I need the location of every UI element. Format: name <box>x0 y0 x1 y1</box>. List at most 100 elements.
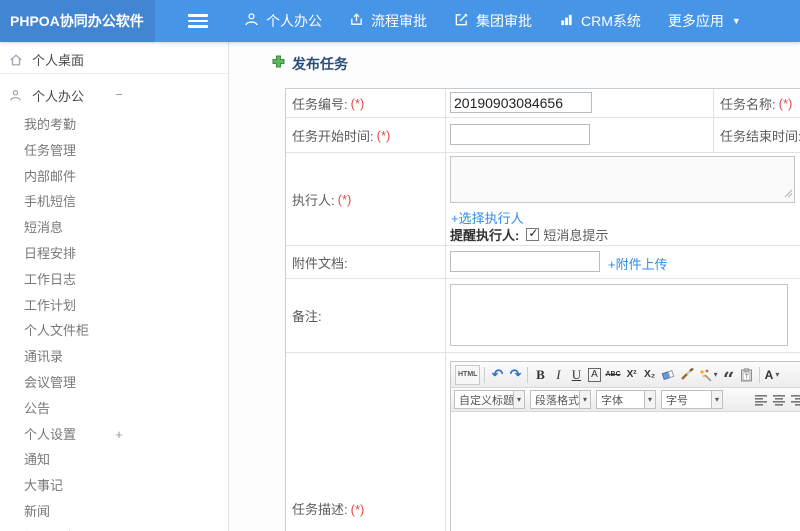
attachment-label: 附件文档: <box>286 246 446 279</box>
brush-icon[interactable] <box>679 365 696 385</box>
nav-group-approval[interactable]: 集团审批 <box>442 0 544 42</box>
nav-workflow-approval[interactable]: 流程审批 <box>337 0 439 42</box>
sidebar-item-task-management[interactable]: 任务管理 <box>0 138 228 164</box>
sidebar: 个人桌面 个人办公 − 我的考勤 任务管理 内部邮件 手机短信 短消息 日程安排… <box>0 42 229 531</box>
sms-remind-checkbox[interactable] <box>526 226 540 241</box>
editor-toolbar-row1: HTML ↶ ↷ B I U A ABC X² X₂ ▾ “ T A ▾ <box>451 362 800 389</box>
resize-grip-icon[interactable] <box>784 186 793 201</box>
sidebar-item-news[interactable]: 新闻 <box>0 499 228 525</box>
end-time-label: 任务结束时间:(*) <box>714 118 800 153</box>
blockquote-button[interactable]: “ <box>721 365 737 389</box>
align-left-icon[interactable] <box>753 390 769 410</box>
remark-label: 备注: <box>286 279 446 353</box>
font-family-select[interactable]: 字体 ▾ <box>596 390 656 409</box>
sidebar-item-work-log[interactable]: 工作日志 <box>0 267 228 293</box>
sidebar-item-file-cabinet[interactable]: 个人文件柜 <box>0 318 228 344</box>
alignment-buttons <box>752 390 800 410</box>
sidebar-item-vote[interactable]: 投票调查 <box>0 525 228 531</box>
sidebar-item-meeting[interactable]: 会议管理 <box>0 370 228 396</box>
undo-icon[interactable]: ↶ <box>489 365 505 385</box>
sidebar-menu: 我的考勤 任务管理 内部邮件 手机短信 短消息 日程安排 工作日志 工作计划 个… <box>0 112 228 531</box>
nav-personal-office[interactable]: 个人办公 <box>232 0 334 42</box>
task-number-label: 任务编号: (*) <box>286 89 446 118</box>
start-time-label: 任务开始时间: (*) <box>286 118 446 153</box>
nav-crm-system[interactable]: CRM系统 <box>547 0 653 42</box>
sidebar-item-attendance[interactable]: 我的考勤 <box>0 112 228 138</box>
remind-executor-label: 提醒执行人: <box>450 228 520 243</box>
sidebar-item-contacts[interactable]: 通讯录 <box>0 344 228 370</box>
task-name-label: 任务名称: (*) <box>714 89 800 118</box>
task-number-input[interactable] <box>450 92 592 113</box>
remark-textarea[interactable] <box>450 284 788 346</box>
app-logo: PHPOA协同办公软件 <box>0 0 155 42</box>
align-center-icon[interactable] <box>771 390 787 410</box>
redo-icon[interactable]: ↷ <box>507 365 523 385</box>
user-icon <box>9 89 24 102</box>
caret-down-icon: ▼ <box>731 16 741 26</box>
eraser-icon[interactable] <box>660 365 677 385</box>
sidebar-section-personal-office[interactable]: 个人办公 − <box>0 82 228 108</box>
description-label: 任务描述: (*) <box>286 353 446 531</box>
subscript-button[interactable]: X₂ <box>642 365 658 385</box>
editor-content-area[interactable] <box>451 412 800 531</box>
sidebar-item-schedule[interactable]: 日程安排 <box>0 241 228 267</box>
sms-remind-label: 短消息提示 <box>543 228 609 243</box>
app-window: PHPOA协同办公软件 个人办公 流程审批 集团审批 CRM系统 更多应用 ▼ <box>0 0 800 531</box>
sidebar-item-personal-settings[interactable]: 个人设置 + <box>0 422 228 448</box>
caret-down-icon: ▾ <box>775 370 780 379</box>
start-time-input[interactable] <box>450 124 590 145</box>
collapse-icon[interactable]: − <box>112 82 126 108</box>
autoformat-wand-icon[interactable]: ▾ <box>698 365 719 385</box>
edit-icon <box>454 12 476 30</box>
rich-text-editor: HTML ↶ ↷ B I U A ABC X² X₂ ▾ “ T A ▾ 自定义… <box>450 361 800 531</box>
sidebar-item-announcement[interactable]: 公告 <box>0 396 228 422</box>
page-title: 发布任务 <box>272 54 348 74</box>
attachment-input[interactable] <box>450 251 600 272</box>
custom-title-select[interactable]: 自定义标题 ▾ <box>454 390 525 409</box>
sidebar-item-events[interactable]: 大事记 <box>0 473 228 499</box>
paste-clipboard-icon[interactable]: T <box>739 365 755 385</box>
executor-textarea[interactable] <box>450 156 795 203</box>
sidebar-item-desktop[interactable]: 个人桌面 <box>0 48 228 74</box>
sidebar-item-mobile-sms[interactable]: 手机短信 <box>0 189 228 215</box>
expand-icon[interactable]: + <box>112 422 126 448</box>
description-cell: HTML ↶ ↷ B I U A ABC X² X₂ ▾ “ T A ▾ 自定义… <box>446 353 800 531</box>
caret-down-icon: ▾ <box>579 391 590 408</box>
start-time-cell <box>446 118 714 153</box>
font-color-button[interactable]: A ▾ <box>764 365 781 385</box>
sidebar-item-work-plan[interactable]: 工作计划 <box>0 293 228 319</box>
strikethrough-button[interactable]: ABC <box>604 365 621 385</box>
menu-toggle-icon[interactable] <box>188 14 208 28</box>
executor-label: 执行人: (*) <box>286 153 446 246</box>
html-source-button[interactable]: HTML <box>455 364 481 385</box>
superscript-button[interactable]: X² <box>624 365 640 385</box>
underline-button[interactable]: U <box>568 365 584 385</box>
nav-more-apps[interactable]: 更多应用 ▼ <box>656 0 753 42</box>
font-style-button[interactable]: A <box>588 367 601 382</box>
attachment-cell: +附件上传 <box>446 246 800 279</box>
svg-text:T: T <box>745 374 749 380</box>
top-nav: 个人办公 流程审批 集团审批 CRM系统 更多应用 ▼ <box>232 0 756 42</box>
attachment-upload-link[interactable]: +附件上传 <box>608 254 668 273</box>
sidebar-item-short-message[interactable]: 短消息 <box>0 215 228 241</box>
main-content: 发布任务 任务编号:(*) 任务名称:(*) 任务开始时间:(*) 任务结束时间… <box>230 42 800 531</box>
italic-button[interactable]: I <box>550 365 566 385</box>
task-number-cell <box>446 89 714 118</box>
font-size-select[interactable]: 字号 ▾ <box>661 390 723 409</box>
remark-cell <box>446 279 800 353</box>
executor-cell: +选择执行人 提醒执行人: 短消息提示 <box>446 153 800 246</box>
align-right-icon[interactable] <box>789 390 800 410</box>
add-plus-icon <box>272 55 285 73</box>
workflow-icon <box>349 12 371 30</box>
sidebar-item-internal-mail[interactable]: 内部邮件 <box>0 164 228 190</box>
paragraph-format-select[interactable]: 段落格式 ▾ <box>530 390 591 409</box>
editor-toolbar-row2: 自定义标题 ▾ 段落格式 ▾ 字体 ▾ 字号 ▾ <box>451 388 800 412</box>
caret-down-icon: ▾ <box>513 391 524 408</box>
user-icon <box>244 12 266 30</box>
bold-button[interactable]: B <box>532 365 548 385</box>
home-icon <box>9 53 24 67</box>
sidebar-item-notice[interactable]: 通知 <box>0 447 228 473</box>
caret-down-icon: ▾ <box>644 391 655 408</box>
chart-icon <box>559 12 581 30</box>
task-form: 任务编号:(*) 任务名称:(*) 任务开始时间:(*) 任务结束时间:(*) … <box>285 88 800 531</box>
